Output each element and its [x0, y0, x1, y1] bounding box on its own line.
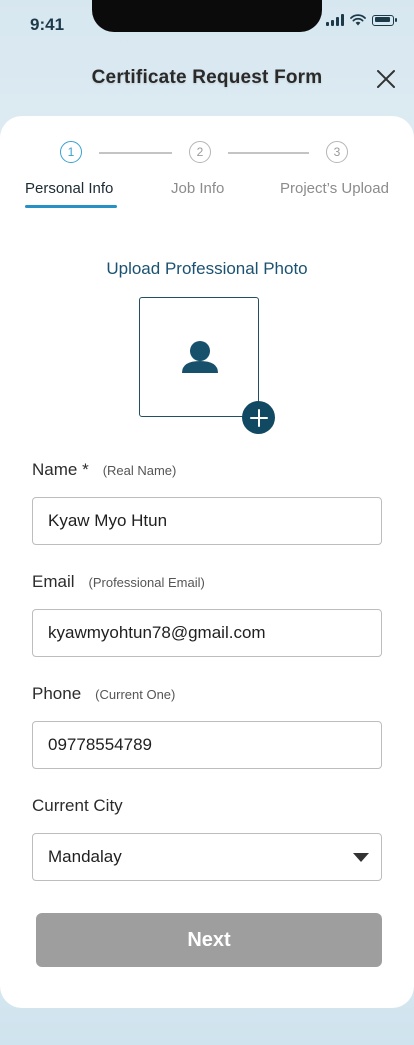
chevron-down-icon	[353, 853, 369, 862]
step-1-indicator[interactable]: 1	[60, 141, 82, 163]
device-notch	[92, 0, 322, 32]
wifi-icon	[350, 14, 366, 26]
name-label-text: Name *	[32, 460, 89, 479]
phone-hint: (Current One)	[95, 687, 176, 702]
upload-photo-label: Upload Professional Photo	[106, 259, 308, 278]
tab-projects-upload[interactable]: Project’s Upload	[280, 180, 389, 197]
add-photo-button[interactable]	[242, 401, 275, 434]
email-label-text: Email	[32, 572, 75, 591]
battery-icon	[372, 14, 397, 26]
step-2-indicator[interactable]: 2	[189, 141, 211, 163]
tab-personal-info[interactable]: Personal Info	[25, 180, 113, 197]
plus-icon	[249, 408, 268, 427]
status-icons	[326, 14, 397, 26]
page-title: Certificate Request Form	[91, 67, 323, 88]
email-label: Email (Professional Email)	[32, 572, 205, 592]
city-select[interactable]: Mandalay	[32, 833, 382, 881]
stepper: 1 2 3	[0, 138, 414, 168]
city-selected-value: Mandalay	[48, 847, 122, 866]
name-hint: (Real Name)	[102, 463, 177, 478]
phone-label: Phone (Current One)	[32, 684, 175, 704]
status-time: 9:41	[30, 15, 65, 34]
email-hint: (Professional Email)	[88, 575, 205, 590]
next-button[interactable]: Next	[36, 913, 382, 967]
form-card: 1 2 3 Personal Info Job Info Project’s U…	[0, 116, 414, 1008]
step-connector	[99, 152, 172, 154]
user-avatar-icon	[181, 340, 218, 373]
step-connector	[228, 152, 309, 154]
photo-upload-box[interactable]	[139, 297, 259, 417]
tab-job-info[interactable]: Job Info	[171, 180, 224, 197]
close-button[interactable]	[372, 65, 400, 93]
active-tab-indicator	[25, 205, 117, 208]
step-3-indicator[interactable]: 3	[326, 141, 348, 163]
signal-icon	[326, 14, 344, 26]
phone-label-text: Phone	[32, 684, 82, 703]
name-label: Name * (Real Name)	[32, 460, 176, 480]
close-icon	[377, 70, 395, 88]
name-field[interactable]	[32, 497, 382, 545]
phone-field[interactable]	[32, 721, 382, 769]
city-label: Current City	[32, 796, 123, 815]
email-field[interactable]	[32, 609, 382, 657]
